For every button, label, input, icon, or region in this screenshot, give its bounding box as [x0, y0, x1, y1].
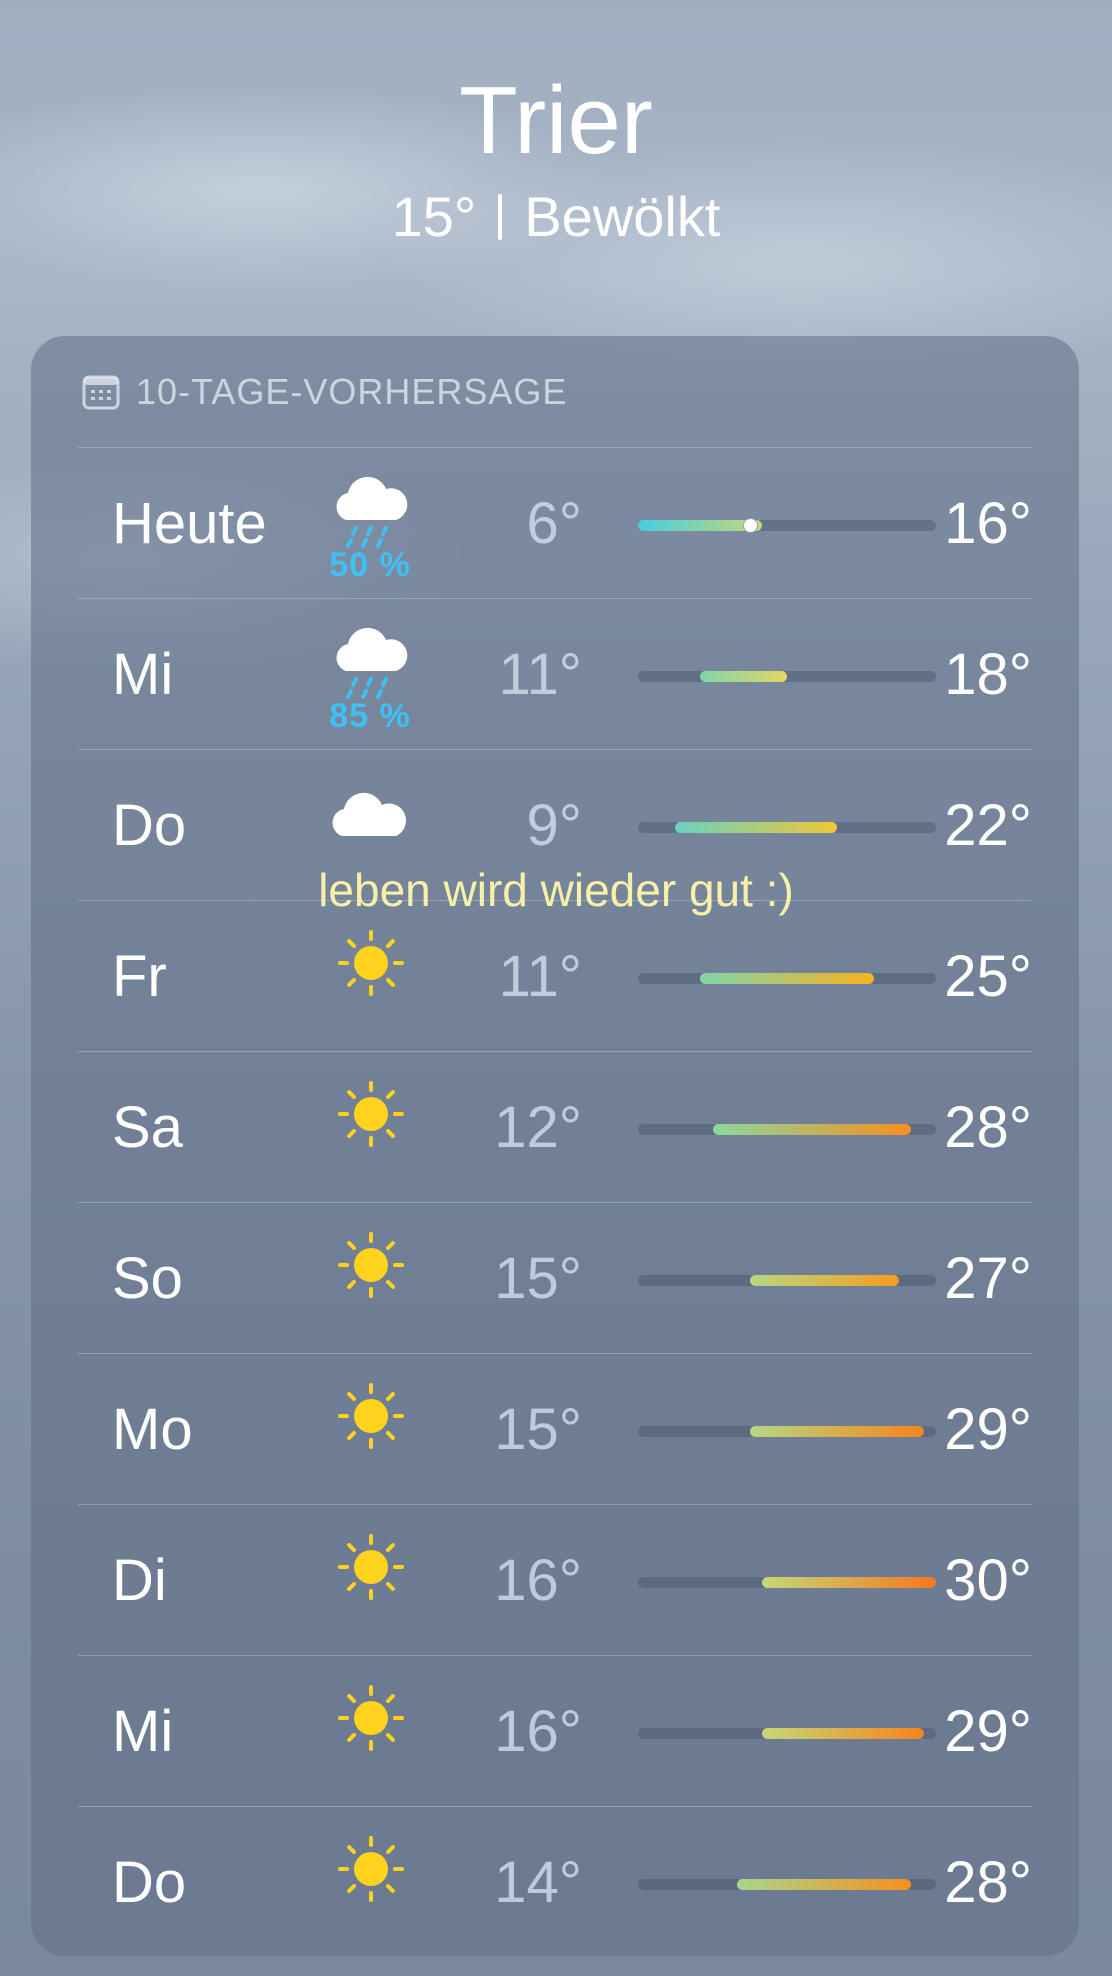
day-label: Do	[112, 1850, 187, 1915]
high-temp: 29°	[944, 1699, 1032, 1764]
forecast-row[interactable]: Sa 12° 28°	[78, 1051, 1032, 1203]
day-label: Di	[112, 1548, 167, 1613]
current-temp-marker	[742, 518, 758, 533]
high-temp: 30°	[944, 1548, 1032, 1613]
temp-range-bar	[638, 1879, 936, 1890]
high-temp: 16°	[944, 491, 1032, 556]
temp-range-bar	[638, 1577, 936, 1588]
high-temp: 22°	[944, 793, 1032, 858]
forecast-row[interactable]: Mo 15° 29°	[78, 1353, 1032, 1505]
day-label: Mi	[112, 642, 174, 707]
temp-range-bar	[638, 1426, 936, 1437]
low-temp: 9°	[526, 793, 582, 858]
temp-range-bar	[638, 973, 936, 984]
precip-chance: 50 %	[329, 546, 411, 584]
forecast-row[interactable]: Fr 11° 25°	[78, 900, 1032, 1052]
current-summary: 15° Bewölkt	[0, 182, 1112, 252]
forecast-card[interactable]: 10-TAGE-VORHERSAGE Heute 50 % 6° 16° Mi 85 % 1…	[31, 336, 1079, 1956]
low-temp: 16°	[494, 1548, 582, 1613]
forecast-row[interactable]: Mi 85 % 11° 18°	[78, 598, 1032, 750]
day-label: Do	[112, 793, 187, 858]
temp-range-fill	[762, 1728, 924, 1739]
high-temp: 25°	[944, 944, 1032, 1009]
day-label: So	[112, 1246, 183, 1311]
high-temp: 18°	[944, 642, 1032, 707]
temp-range-fill	[737, 1879, 912, 1890]
day-label: Mo	[112, 1397, 193, 1462]
day-label: Heute	[112, 491, 267, 556]
location-header: Trier 15° Bewölkt	[0, 62, 1112, 252]
sun-icon	[326, 923, 416, 1033]
high-temp: 27°	[944, 1246, 1032, 1311]
low-temp: 16°	[494, 1699, 582, 1764]
low-temp: 11°	[498, 642, 582, 707]
sun-icon	[326, 1074, 416, 1184]
current-temp: 15°	[391, 185, 477, 248]
forecast-row[interactable]: Mi 16° 29°	[78, 1655, 1032, 1807]
sun-icon	[326, 1225, 416, 1335]
temp-range-fill	[700, 973, 874, 984]
forecast-title: 10-TAGE-VORHERSAGE	[136, 371, 568, 412]
forecast-header: 10-TAGE-VORHERSAGE	[82, 370, 567, 414]
calendar-icon	[82, 375, 120, 410]
temp-range-bar	[638, 1728, 936, 1739]
sun-icon	[326, 1527, 416, 1637]
temp-range-fill	[749, 1275, 899, 1286]
separator	[498, 194, 503, 240]
temp-range-bar	[638, 671, 936, 682]
temp-range-bar	[638, 518, 936, 533]
temp-range-fill	[749, 1426, 924, 1437]
temp-range-fill	[762, 1577, 936, 1588]
low-temp: 15°	[494, 1397, 582, 1462]
low-temp: 11°	[498, 944, 582, 1009]
sun-icon	[326, 1678, 416, 1788]
day-label: Fr	[112, 944, 167, 1009]
temp-range-fill	[700, 671, 787, 682]
temp-range-fill	[712, 1124, 912, 1135]
forecast-row[interactable]: So 15° 27°	[78, 1202, 1032, 1354]
low-temp: 14°	[494, 1850, 582, 1915]
low-temp: 15°	[494, 1246, 582, 1311]
precip-chance: 85 %	[329, 697, 411, 735]
temp-range-bar	[638, 822, 936, 833]
city-name: Trier	[459, 67, 653, 174]
sun-icon	[326, 1829, 416, 1939]
high-temp: 29°	[944, 1397, 1032, 1462]
forecast-row[interactable]: Di 16° 30°	[78, 1504, 1032, 1656]
day-label: Mi	[112, 1699, 174, 1764]
forecast-row[interactable]: Heute 50 % 6° 16°	[78, 447, 1032, 599]
sun-icon	[326, 1376, 416, 1486]
current-condition: Bewölkt	[524, 185, 721, 248]
temp-range-bar	[638, 1124, 936, 1135]
temp-range-fill	[675, 822, 837, 833]
low-temp: 12°	[494, 1095, 582, 1160]
low-temp: 6°	[526, 491, 582, 556]
day-label: Sa	[112, 1095, 183, 1160]
high-temp: 28°	[944, 1095, 1032, 1160]
forecast-row[interactable]: Do 14° 28°	[78, 1806, 1032, 1958]
overlay-caption: leben wird wieder gut :)	[318, 864, 794, 916]
temp-range-bar	[638, 1275, 936, 1286]
high-temp: 28°	[944, 1850, 1032, 1915]
